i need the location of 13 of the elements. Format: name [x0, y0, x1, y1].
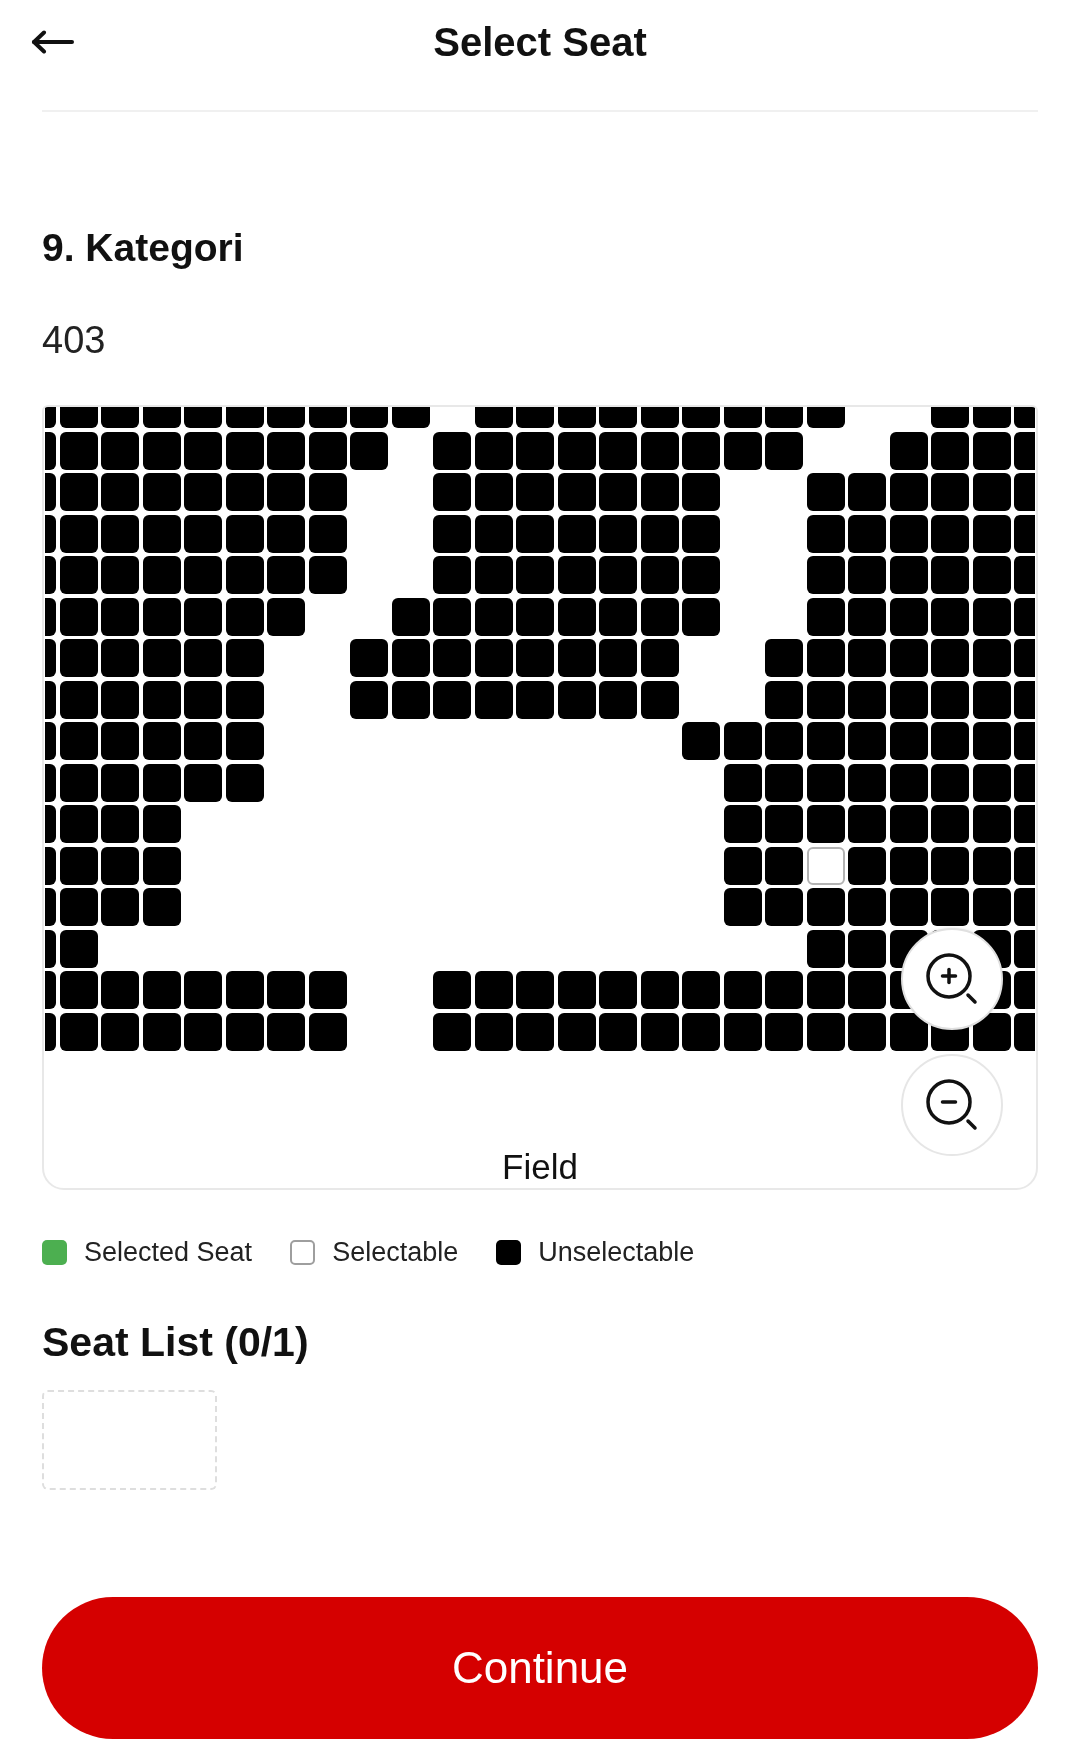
field-label: Field	[502, 1147, 578, 1187]
arrow-left-icon	[31, 30, 75, 54]
zoom-in-icon	[926, 953, 978, 1005]
legend-label: Selectable	[332, 1237, 459, 1267]
back-button[interactable]	[31, 30, 75, 54]
section-name: 403	[42, 318, 106, 363]
seat-list-title: Seat List (0/1)	[42, 1318, 309, 1366]
legend-label: Unselectable	[538, 1237, 695, 1267]
page-title: Select Seat	[433, 19, 647, 66]
category-title: 9. Kategori	[42, 225, 244, 271]
continue-button[interactable]: Continue	[42, 1597, 1038, 1739]
zoom-out-icon	[926, 1079, 978, 1131]
legend-label: Selected Seat	[84, 1237, 253, 1267]
